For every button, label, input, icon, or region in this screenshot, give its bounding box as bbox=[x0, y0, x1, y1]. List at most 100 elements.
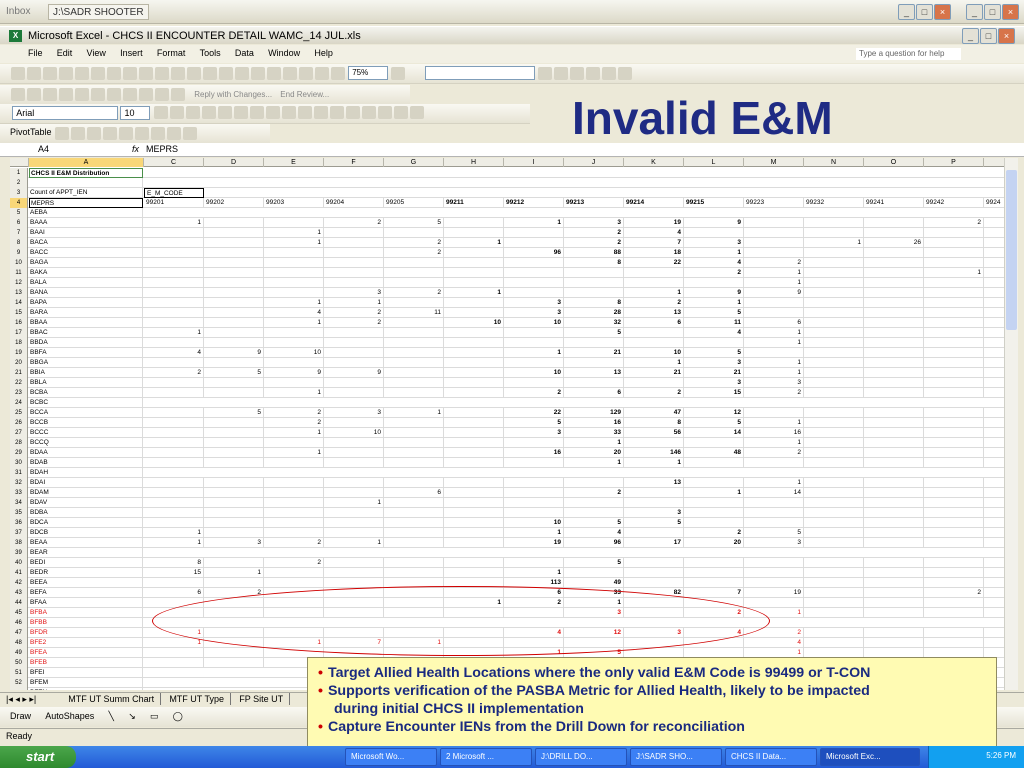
row-number[interactable]: 28 bbox=[10, 438, 28, 448]
redo-icon[interactable] bbox=[235, 67, 249, 80]
cell-value[interactable] bbox=[384, 328, 444, 338]
cell-a[interactable]: BBLA bbox=[29, 378, 143, 388]
cell-value[interactable] bbox=[984, 268, 1004, 278]
cell-value[interactable] bbox=[924, 608, 984, 618]
cell-value[interactable]: 1 bbox=[144, 528, 204, 538]
row-number[interactable]: 43 bbox=[10, 588, 28, 598]
cell-value[interactable] bbox=[384, 378, 444, 388]
column-header[interactable]: H bbox=[444, 158, 504, 167]
cell-value[interactable] bbox=[144, 268, 204, 278]
cell-value[interactable] bbox=[144, 298, 204, 308]
cell-a[interactable]: BFBA bbox=[29, 608, 143, 618]
cell-value[interactable]: 22 bbox=[504, 408, 564, 418]
cell-value[interactable] bbox=[144, 288, 204, 298]
cell-value[interactable] bbox=[144, 438, 204, 448]
cell-value[interactable] bbox=[444, 378, 504, 388]
cell-value[interactable] bbox=[744, 508, 804, 518]
cell-value[interactable]: 99211 bbox=[444, 198, 504, 208]
cell-value[interactable] bbox=[444, 348, 504, 358]
cell-value[interactable] bbox=[804, 348, 864, 358]
cell-value[interactable] bbox=[444, 458, 504, 468]
cell-value[interactable] bbox=[924, 368, 984, 378]
cell-a[interactable]: BEEA bbox=[29, 578, 143, 588]
cell-value[interactable]: 1 bbox=[924, 268, 984, 278]
row-number[interactable]: 3 bbox=[10, 188, 28, 198]
cell-value[interactable]: 99202 bbox=[204, 198, 264, 208]
menu-window[interactable]: Window bbox=[262, 45, 306, 61]
cell-value[interactable]: 1 bbox=[264, 428, 324, 438]
cell-value[interactable] bbox=[864, 258, 924, 268]
cell-value[interactable] bbox=[744, 458, 804, 468]
cell-value[interactable] bbox=[204, 508, 264, 518]
cell-value[interactable] bbox=[144, 478, 204, 488]
cell-value[interactable] bbox=[624, 338, 684, 348]
review-icon-3[interactable] bbox=[43, 88, 57, 101]
cell-value[interactable] bbox=[864, 518, 924, 528]
cell-value[interactable]: 1 bbox=[324, 298, 384, 308]
cell-value[interactable]: 2 bbox=[384, 288, 444, 298]
cell-value[interactable] bbox=[684, 278, 744, 288]
cell-value[interactable] bbox=[444, 488, 504, 498]
row-number[interactable]: 47 bbox=[10, 628, 28, 638]
start-button[interactable]: start bbox=[0, 746, 76, 768]
cell-value[interactable] bbox=[804, 428, 864, 438]
cell-value[interactable] bbox=[384, 348, 444, 358]
cell-value[interactable] bbox=[804, 538, 864, 548]
cell-value[interactable]: 19 bbox=[624, 218, 684, 228]
cell-value[interactable] bbox=[864, 588, 924, 598]
cell-value[interactable] bbox=[924, 288, 984, 298]
cell-value[interactable]: 1 bbox=[564, 458, 624, 468]
cell-value[interactable] bbox=[864, 278, 924, 288]
cell-value[interactable] bbox=[204, 278, 264, 288]
cell-value[interactable] bbox=[384, 418, 444, 428]
cell-value[interactable]: 1 bbox=[744, 368, 804, 378]
cell-value[interactable]: 1 bbox=[504, 568, 564, 578]
column-header[interactable]: M bbox=[744, 158, 804, 167]
cell-value[interactable] bbox=[804, 498, 864, 508]
row-number[interactable]: 40 bbox=[10, 558, 28, 568]
cell-value[interactable] bbox=[984, 528, 1004, 538]
cell-value[interactable] bbox=[684, 478, 744, 488]
cell-value[interactable]: 2 bbox=[624, 298, 684, 308]
cell-value[interactable]: 4 bbox=[684, 328, 744, 338]
cell-value[interactable] bbox=[984, 408, 1004, 418]
cell-value[interactable]: 10 bbox=[504, 318, 564, 328]
fill-color-icon[interactable] bbox=[393, 106, 408, 119]
row-number[interactable]: 24 bbox=[10, 398, 28, 408]
row-number[interactable]: 34 bbox=[10, 498, 28, 508]
cell-value[interactable] bbox=[444, 518, 504, 528]
cell-value[interactable] bbox=[744, 348, 804, 358]
cell-value[interactable] bbox=[384, 478, 444, 488]
cell-value[interactable]: 99201 bbox=[144, 198, 204, 208]
row-number[interactable]: 15 bbox=[10, 308, 28, 318]
cell-value[interactable]: 12 bbox=[684, 408, 744, 418]
cell-value[interactable] bbox=[504, 288, 564, 298]
row-number[interactable]: 14 bbox=[10, 298, 28, 308]
cell-value[interactable]: 2 bbox=[504, 388, 564, 398]
cell-value[interactable]: 3 bbox=[684, 358, 744, 368]
cell-value[interactable]: 2 bbox=[624, 388, 684, 398]
cell-value[interactable]: 3 bbox=[624, 508, 684, 518]
review-icon-5[interactable] bbox=[75, 88, 89, 101]
cell-value[interactable] bbox=[744, 308, 804, 318]
select-all-corner[interactable] bbox=[10, 158, 29, 167]
cell-value[interactable] bbox=[924, 538, 984, 548]
row-number[interactable]: 31 bbox=[10, 468, 28, 478]
align-center-icon[interactable] bbox=[217, 106, 232, 119]
cell-value[interactable]: 9 bbox=[744, 288, 804, 298]
cell-value[interactable] bbox=[504, 508, 564, 518]
cell-value[interactable] bbox=[144, 418, 204, 428]
font-size-select[interactable]: 10 bbox=[120, 106, 151, 120]
row-number[interactable]: 45 bbox=[10, 608, 28, 618]
cell-value[interactable] bbox=[384, 338, 444, 348]
draw-menu[interactable]: Draw bbox=[10, 711, 31, 721]
cell-value[interactable] bbox=[444, 268, 504, 278]
cell-value[interactable] bbox=[264, 568, 324, 578]
cell-value[interactable] bbox=[264, 218, 324, 228]
cell-value[interactable] bbox=[984, 258, 1004, 268]
row-number[interactable]: 12 bbox=[10, 278, 28, 288]
row-number[interactable]: 51 bbox=[10, 668, 28, 678]
cell-value[interactable] bbox=[504, 558, 564, 568]
cell-value[interactable] bbox=[984, 318, 1004, 328]
cell-value[interactable]: 13 bbox=[624, 478, 684, 488]
